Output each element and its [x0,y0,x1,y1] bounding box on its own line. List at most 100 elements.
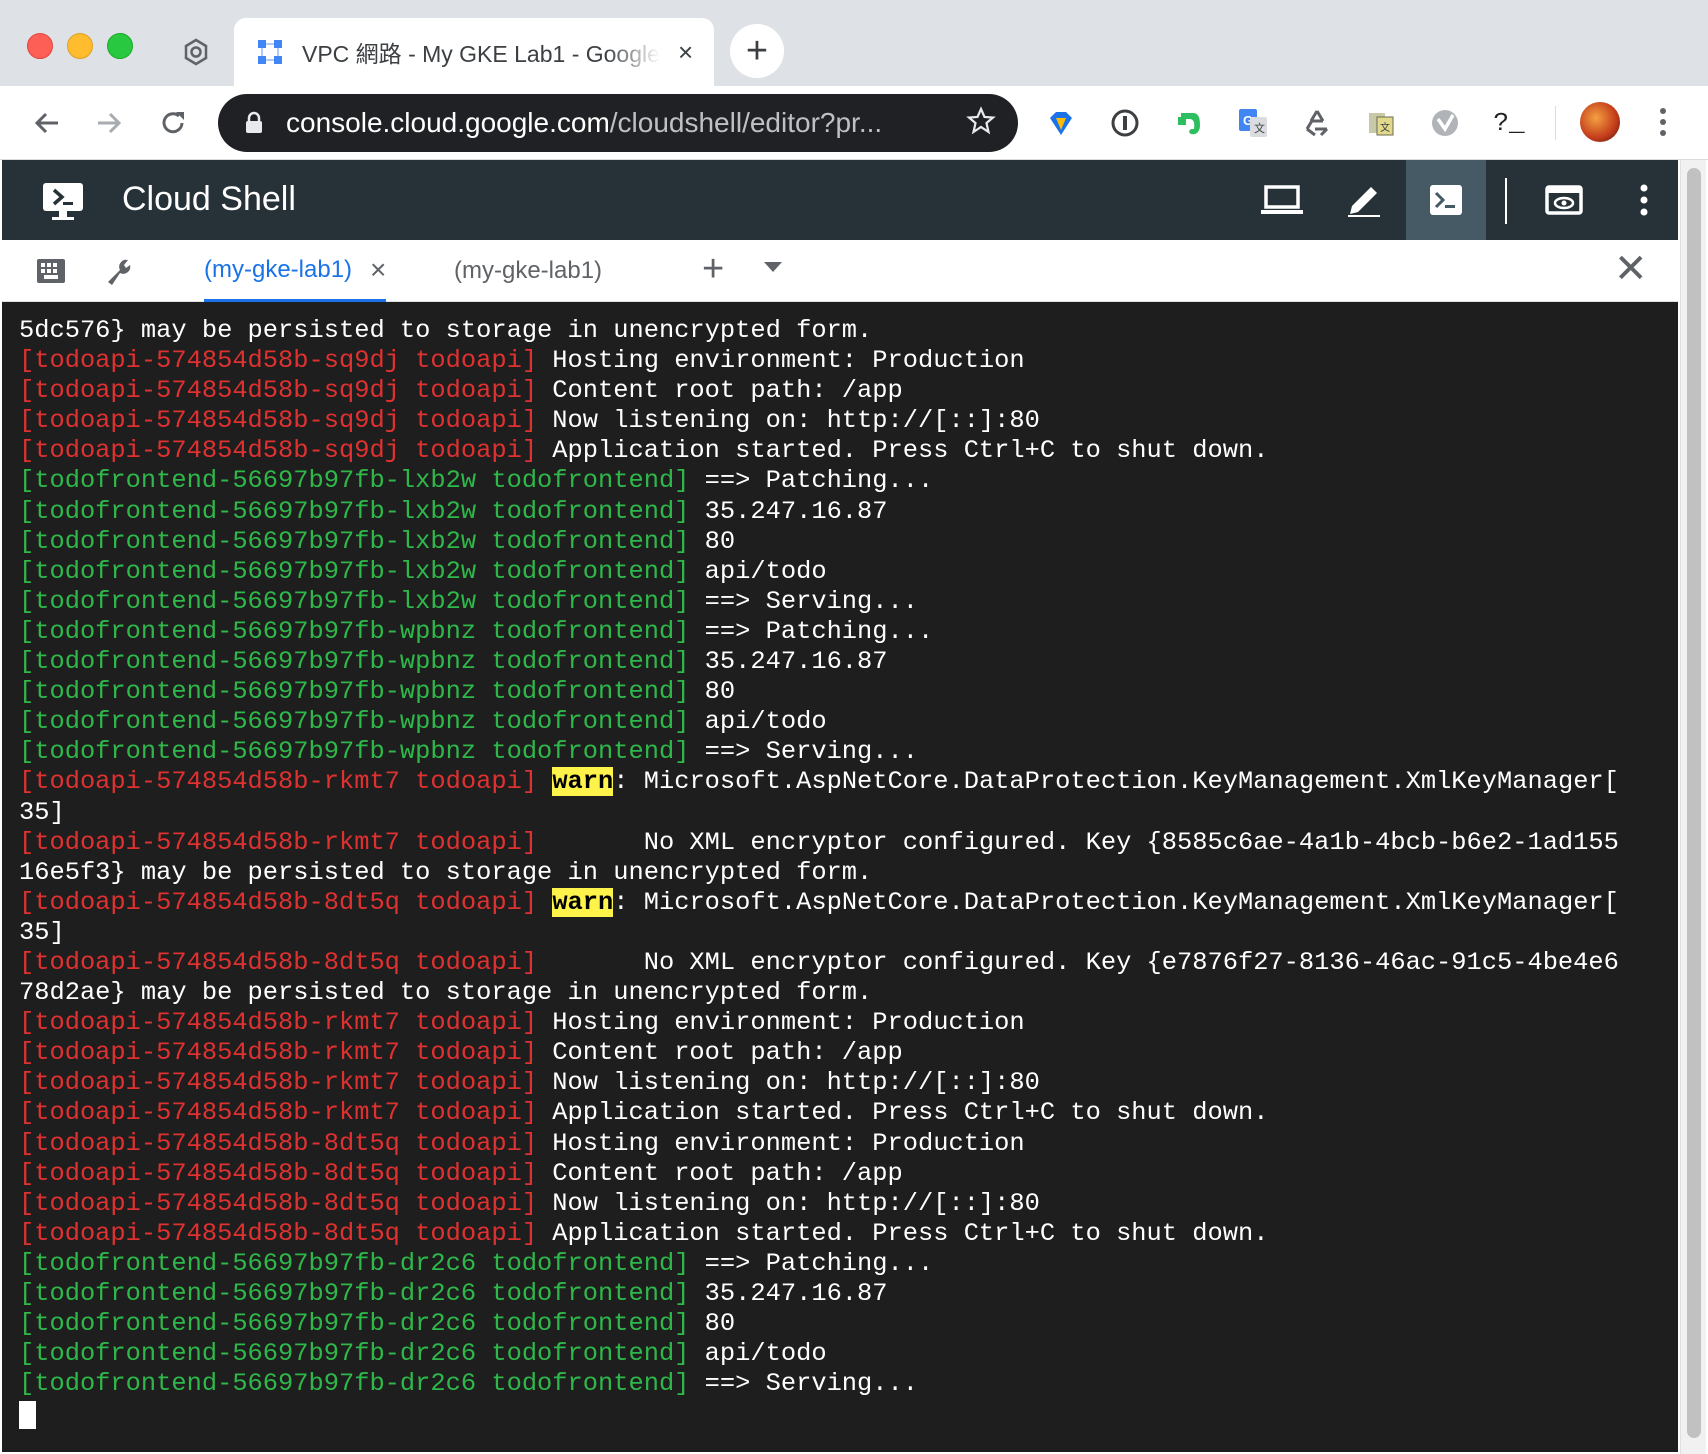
web-preview-button[interactable] [1524,160,1604,240]
session-dropdown-icon[interactable] [764,262,782,272]
evernote-extension-icon[interactable] [1170,104,1208,142]
maximize-window-button[interactable] [107,33,133,59]
terminal-line: [todoapi-574854d58b-8dt5q todoapi] Hosti… [19,1129,1678,1159]
log-text: Application started. Press Ctrl+C to shu… [537,1218,1269,1248]
log-prefix: [todofrontend-56697b97fb-dr2c6 todofront… [19,1339,690,1369]
recycle-extension-icon[interactable] [1298,104,1336,142]
log-text: Content root path: /app [537,1038,903,1068]
svg-text:文: 文 [1380,121,1390,134]
laptop-button[interactable] [1242,160,1322,240]
terminal-line: [todoapi-574854d58b-rkmt7 todoapi] warn:… [19,767,1678,797]
vpc-network-favicon-icon [258,40,282,64]
keyboard-button[interactable] [34,254,68,288]
log-text: Content root path: /app [537,1158,903,1188]
terminal-extension-icon[interactable]: ?_ [1490,104,1528,142]
log-prefix: [todoapi-574854d58b-rkmt7 todoapi] [19,767,538,797]
terminal-prompt-line[interactable] [19,1399,1678,1430]
google-translate-extension-icon[interactable]: G文 [1234,104,1272,142]
terminal-line: [todoapi-574854d58b-sq9dj todoapi] Now l… [19,406,1678,436]
log-prefix: [todoapi-574854d58b-rkmt7 todoapi] [19,1068,538,1098]
new-tab-button[interactable]: + [730,24,784,78]
close-window-button[interactable] [27,33,53,59]
session-tab-1[interactable]: (my-gke-lab1) × [204,240,387,302]
log-prefix: [todoapi-574854d58b-rkmt7 todoapi] [19,1008,538,1038]
log-prefix: [todofrontend-56697b97fb-lxb2w todofront… [19,526,690,556]
log-text: Now listening on: http://[::]:80 [537,406,1040,436]
log-text: 16e5f3} may be persisted to storage in u… [19,857,873,887]
log-prefix: [todofrontend-56697b97fb-wpbnz todofront… [19,707,690,737]
log-text: No XML encryptor configured. Key {e7876f… [537,947,1619,977]
back-button[interactable] [24,100,70,146]
terminal-line: [todoapi-574854d58b-rkmt7 todoapi] Hosti… [19,1008,1678,1038]
terminal-button[interactable] [1406,160,1486,240]
terminal-line: [todoapi-574854d58b-rkmt7 todoapi] Conte… [19,1038,1678,1068]
svg-text:文: 文 [1254,121,1265,135]
laptop-icon [1261,185,1303,214]
log-text: ==> Patching... [689,1248,934,1278]
log-prefix: [todoapi-574854d58b-sq9dj todoapi] [19,436,538,466]
log-prefix: [todoapi-574854d58b-sq9dj todoapi] [19,406,538,436]
browser-tab-active[interactable]: VPC 網路 - My GKE Lab1 - Google Cloud Plat… [234,18,714,86]
terminal-line: [todoapi-574854d58b-sq9dj todoapi] Conte… [19,376,1678,406]
scrollbar-thumb[interactable] [1687,168,1701,1438]
log-text: ==> Serving... [689,737,918,767]
log-text: Hosting environment: Production [537,1008,1025,1038]
terminal-line: [todofrontend-56697b97fb-lxb2w todofront… [19,466,1678,496]
diamond-extension-icon[interactable] [1042,104,1080,142]
vimium-extension-icon[interactable] [1426,104,1464,142]
log-prefix: [todofrontend-56697b97fb-wpbnz todofront… [19,647,690,677]
log-text: ==> Patching... [689,466,934,496]
address-bar[interactable]: console.cloud.google.com/cloudshell/edit… [218,94,1018,152]
forward-button[interactable] [86,100,132,146]
tab-close-icon[interactable]: × [678,37,693,68]
terminal-line: 5dc576} may be persisted to storage in u… [19,316,1678,346]
keyboard-icon [37,259,65,283]
log-text: 35.247.16.87 [689,496,888,526]
session-tab-label: (my-gke-lab1) [204,255,353,283]
reload-button[interactable] [150,100,196,146]
browser-menu-button[interactable] [1650,102,1676,142]
log-text: Content root path: /app [537,376,903,406]
log-text: Application started. Press Ctrl+C to shu… [537,1098,1269,1128]
page-scrollbar[interactable] [1680,160,1706,1454]
log-text: api/todo [689,707,827,737]
terminal-output[interactable]: 5dc576} may be persisted to storage in u… [2,302,1678,1452]
dictionary-extension-icon[interactable]: 文 [1362,104,1400,142]
terminal-line: 35] [19,918,1678,948]
close-cloudshell-button[interactable]: ✕ [1614,246,1648,292]
terminal-line: [todoapi-574854d58b-rkmt7 todoapi] No XM… [19,828,1678,858]
log-text: 80 [689,526,736,556]
profile-avatar[interactable] [1580,102,1620,142]
pinned-tab[interactable] [158,18,234,86]
terminal-line: [todofrontend-56697b97fb-wpbnz todofront… [19,647,1678,677]
log-prefix: [todoapi-574854d58b-8dt5q todoapi] [19,1218,538,1248]
log-prefix: [todoapi-574854d58b-8dt5q todoapi] [19,1158,538,1188]
warn-badge: warn [552,767,614,797]
log-text: No XML encryptor configured. Key {8585c6… [537,827,1619,857]
bookmark-star-icon[interactable] [966,106,996,136]
open-editor-button[interactable] [1324,160,1404,240]
url-host: console.cloud.google.com [286,107,610,138]
log-text: api/todo [689,556,827,586]
arrow-left-icon [34,112,58,134]
settings-wrench-button[interactable] [102,254,136,288]
tab-title: VPC 網路 - My GKE Lab1 - Google Cloud Plat… [302,41,660,67]
terminal-line: [todofrontend-56697b97fb-dr2c6 todofront… [19,1309,1678,1339]
add-session-button[interactable]: + [702,248,724,291]
terminal-line: [todofrontend-56697b97fb-dr2c6 todofront… [19,1249,1678,1279]
wrench-icon [108,259,131,285]
log-prefix: [todofrontend-56697b97fb-wpbnz todofront… [19,737,690,767]
minimize-window-button[interactable] [67,33,93,59]
terminal-line: [todoapi-574854d58b-8dt5q todoapi] No XM… [19,948,1678,978]
terminal-line: [todoapi-574854d58b-sq9dj todoapi] Hosti… [19,346,1678,376]
log-text: Hosting environment: Production [537,1128,1025,1158]
browser-toolbar: console.cloud.google.com/cloudshell/edit… [0,86,1708,160]
log-text: 80 [689,677,736,707]
cloudshell-more-button[interactable] [1604,160,1684,240]
session-tab-2[interactable]: (my-gke-lab1) [454,240,602,302]
terminal-line: [todofrontend-56697b97fb-wpbnz todofront… [19,677,1678,707]
session-tab-close-icon[interactable]: × [370,254,386,286]
terminal-line: [todofrontend-56697b97fb-lxb2w todofront… [19,587,1678,617]
onepassword-extension-icon[interactable] [1106,104,1144,142]
